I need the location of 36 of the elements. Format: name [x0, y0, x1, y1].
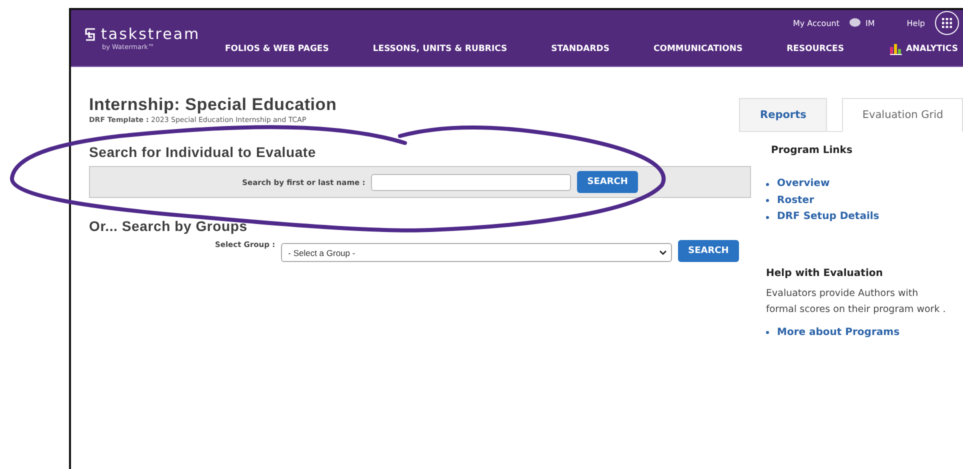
help-link[interactable]: Help — [906, 18, 925, 28]
logo-text[interactable]: taskstream — [101, 25, 200, 43]
program-link[interactable]: Overview — [777, 176, 830, 192]
sidebar-heading: Program Links — [771, 145, 854, 156]
tab[interactable]: Evaluation Grid — [842, 98, 963, 132]
chevron-down-icon — [659, 250, 668, 255]
tab[interactable]: Reports — [739, 98, 828, 131]
nav-link[interactable]: FOLIOS & WEB PAGES — [225, 44, 329, 54]
bullet-icon — [766, 331, 769, 334]
apps-grid-icon — [942, 18, 952, 28]
search-button[interactable]: SEARCH — [577, 171, 638, 193]
nav-link[interactable]: RESOURCES — [786, 44, 844, 54]
page-title: Internship: Special Education — [89, 95, 338, 115]
nav-link[interactable]: COMMUNICATIONS — [653, 44, 743, 54]
help-text: Evaluators provide Authors with formal scores on their program work . — [766, 286, 947, 316]
bullet-icon — [766, 216, 769, 219]
account-link[interactable]: My Account — [793, 18, 840, 28]
section-heading: Search for Individual to Evaluate — [89, 144, 317, 160]
name-search-field[interactable] — [371, 174, 572, 190]
bullet-icon — [766, 199, 769, 202]
sidebar-heading: Help with Evaluation — [766, 268, 884, 278]
chat-icon — [849, 18, 862, 28]
section-heading: Or... Search by Groups — [89, 218, 248, 234]
user-initials[interactable]: IM — [865, 18, 875, 28]
bar-chart-icon — [890, 44, 902, 54]
apps-menu-button[interactable] — [935, 11, 959, 35]
program-link[interactable]: Roster — [777, 192, 814, 209]
search-button[interactable]: SEARCH — [678, 240, 739, 262]
bullet-icon — [766, 182, 769, 186]
logo-icon — [85, 28, 96, 40]
program-link[interactable]: More about Programs — [777, 324, 900, 341]
program-link[interactable]: DRF Setup Details — [777, 209, 880, 226]
nav-link[interactable]: STANDARDS — [551, 44, 610, 54]
nav-link[interactable]: LESSONS, UNITS & RUBRICS — [372, 44, 508, 54]
nav-link[interactable]: ANALYTICS — [890, 44, 958, 54]
group-select[interactable]: - Select a Group - — [281, 243, 672, 262]
